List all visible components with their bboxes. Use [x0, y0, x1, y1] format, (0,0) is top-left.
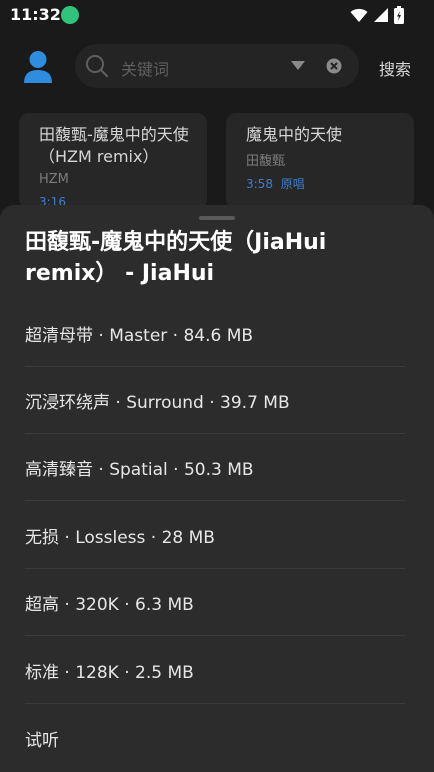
user-avatar-icon[interactable]: [22, 50, 54, 84]
option-label: 超清母带 · Master · 84.6 MB: [25, 326, 254, 346]
status-bar: 11:32: [0, 0, 434, 30]
sheet-title: 田馥甄-魔鬼中的天使（JiaHui remix） - JiaHui: [25, 230, 327, 286]
status-time: 11:32: [10, 5, 61, 24]
card-title: 田馥甄-魔鬼中的天使（HZM remix）: [39, 125, 189, 166]
option-label: 标准 · 128K · 2.5 MB: [25, 663, 194, 683]
search-icon: [86, 55, 109, 78]
battery-charging-icon: [394, 6, 404, 24]
quality-bottom-sheet: 田馥甄-魔鬼中的天使（JiaHui remix） - JiaHui 超清母带 ·…: [0, 205, 434, 772]
search-field[interactable]: 关键词: [75, 44, 359, 88]
option-320k[interactable]: 超高 · 320K · 6.3 MB: [25, 569, 405, 636]
card-tag: 原唱: [280, 177, 305, 191]
drag-handle[interactable]: [199, 216, 235, 220]
clear-icon[interactable]: [326, 58, 342, 74]
signal-icon: [374, 8, 388, 22]
option-label: 无损 · Lossless · 28 MB: [25, 528, 215, 548]
card-artist: HZM: [39, 172, 69, 187]
card-duration-tag: 3:58 原唱: [246, 175, 305, 192]
option-128k[interactable]: 标准 · 128K · 2.5 MB: [25, 637, 405, 704]
wifi-icon: [350, 8, 368, 22]
card-title: 魔鬼中的天使: [246, 125, 343, 144]
music-app-notification-icon: [61, 6, 79, 24]
option-label: 超高 · 320K · 6.3 MB: [25, 595, 194, 615]
card-artist: 田馥甄: [246, 154, 286, 169]
option-surround[interactable]: 沉浸环绕声 · Surround · 39.7 MB: [25, 367, 405, 434]
option-preview[interactable]: 试听: [25, 705, 405, 772]
status-icons: [350, 6, 404, 24]
option-master[interactable]: 超清母带 · Master · 84.6 MB: [25, 300, 405, 367]
card-duration: 3:58: [246, 177, 273, 191]
search-placeholder: 关键词: [121, 60, 170, 79]
option-label: 沉浸环绕声 · Surround · 39.7 MB: [25, 393, 290, 413]
search-button[interactable]: 搜索: [379, 56, 411, 80]
option-label: 高清臻音 · Spatial · 50.3 MB: [25, 460, 254, 480]
result-card[interactable]: 田馥甄-魔鬼中的天使（HZM remix） HZM 3:16: [19, 113, 207, 209]
caret-down-icon[interactable]: [291, 61, 305, 71]
option-spatial[interactable]: 高清臻音 · Spatial · 50.3 MB: [25, 434, 405, 501]
result-card[interactable]: 魔鬼中的天使 田馥甄 3:58 原唱: [226, 113, 414, 209]
screen: 11:32 关键词 搜索 田馥甄-魔鬼中的天使（HZM remix） HZM 3…: [0, 0, 434, 772]
option-lossless[interactable]: 无损 · Lossless · 28 MB: [25, 502, 405, 569]
option-label: 试听: [25, 731, 59, 751]
